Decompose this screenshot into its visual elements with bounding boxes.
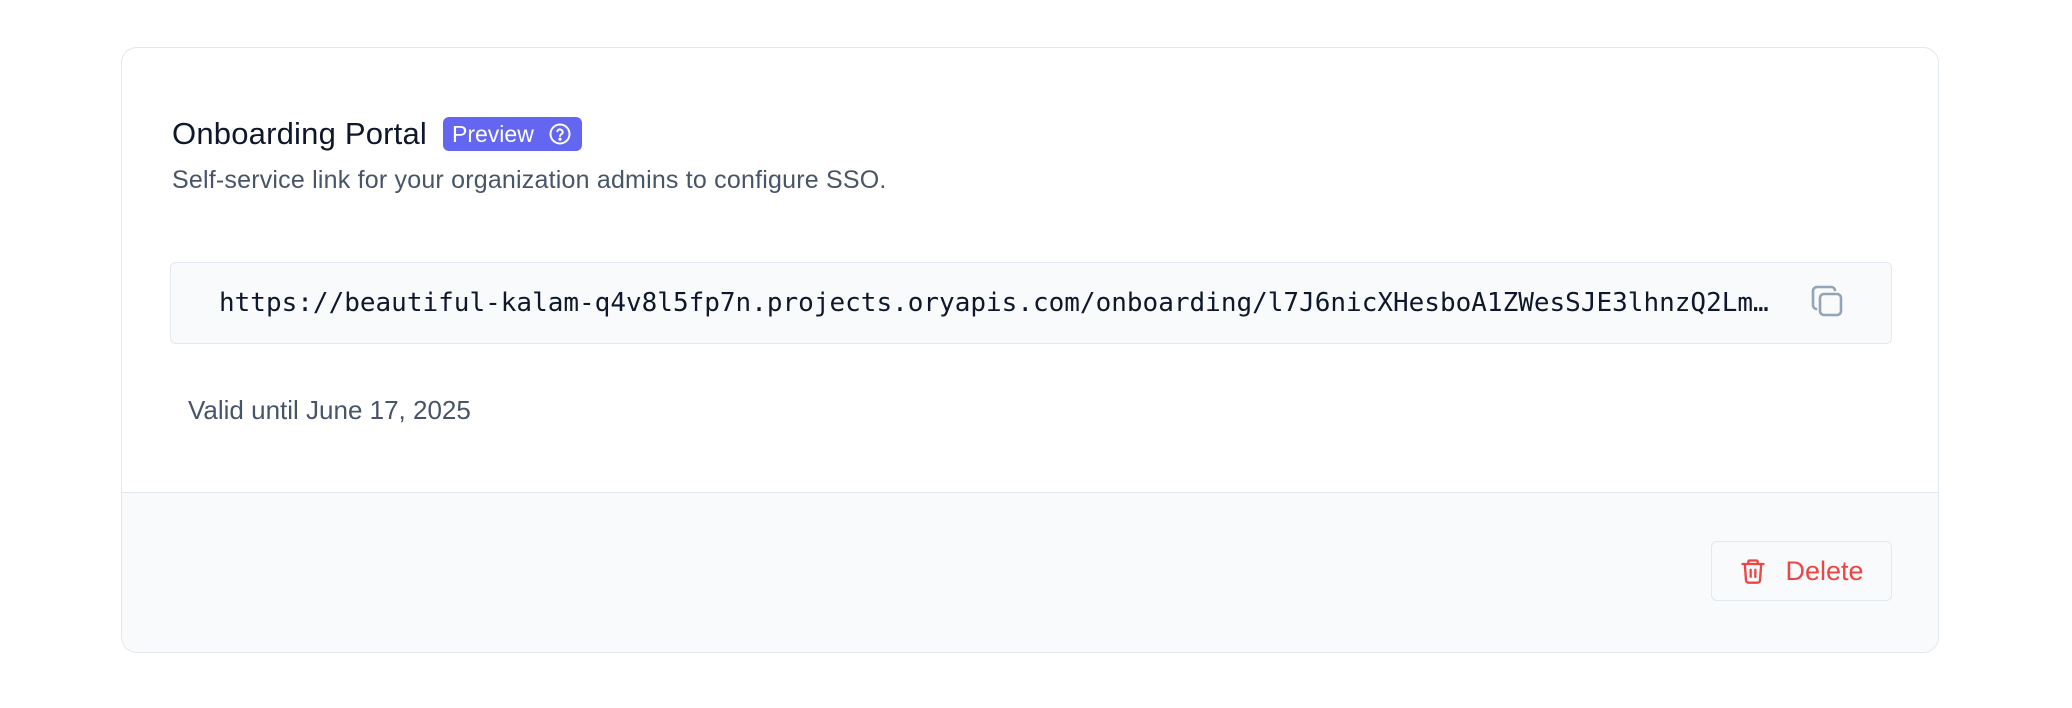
trash-icon: [1739, 557, 1767, 585]
card-body: Onboarding Portal Preview Self-service l…: [122, 48, 1938, 495]
card-title: Onboarding Portal: [172, 116, 428, 151]
card-footer: Delete: [122, 492, 1938, 652]
card-subtitle: Self-service link for your organization …: [172, 166, 887, 194]
onboarding-link-url[interactable]: https://beautiful-kalam-q4v8l5fp7n.proje…: [219, 287, 1799, 319]
onboarding-portal-card: Onboarding Portal Preview Self-service l…: [121, 47, 1939, 653]
delete-button[interactable]: Delete: [1711, 541, 1892, 601]
valid-until-text: Valid until June 17, 2025: [188, 395, 471, 425]
delete-button-label: Delete: [1785, 555, 1864, 586]
preview-badge-label: Preview: [452, 120, 534, 147]
copy-icon[interactable]: [1809, 283, 1845, 324]
title-row: Onboarding Portal Preview: [172, 116, 582, 152]
preview-badge[interactable]: Preview: [443, 117, 582, 151]
copy-link-button[interactable]: [1807, 283, 1847, 323]
question-circle-icon[interactable]: [548, 122, 572, 146]
onboarding-link-field[interactable]: https://beautiful-kalam-q4v8l5fp7n.proje…: [170, 262, 1892, 344]
